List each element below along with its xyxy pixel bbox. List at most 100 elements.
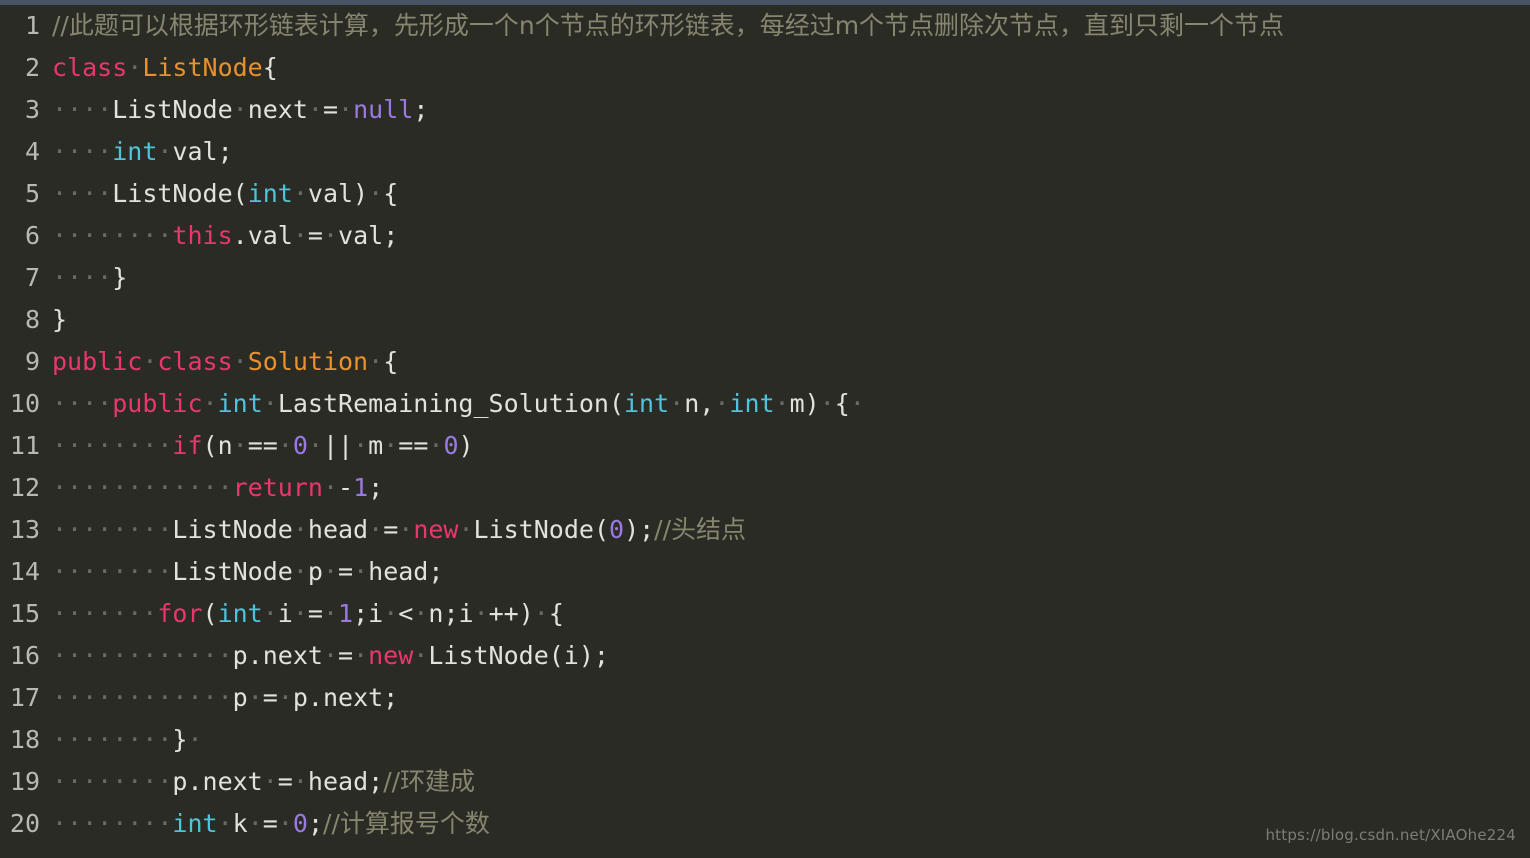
line-content[interactable]: ············p.next·=·new·ListNode(i); [40,635,1530,677]
line-content[interactable]: ········if(n·==·0·||·m·==·0) [40,425,1530,467]
whitespace-dot: · [368,347,384,376]
line-number: 4 [24,137,40,166]
whitespace-dot: · [277,683,293,712]
whitespace-dot: ···· [52,137,113,166]
line-content[interactable]: ····public·int·LastRemaining_Solution(in… [40,383,1530,425]
token-keyword: for [157,599,203,628]
token-keyword: new [368,641,414,670]
code-editor-screenshot: 1 //此题可以根据环形链表计算，先形成一个n个节点的环形链表，每经过m个节点删除… [0,0,1530,858]
token-plain: n;i [428,599,474,628]
whitespace-dot: · [232,95,248,124]
token-plain: LastRemaining_Solution( [277,389,624,418]
token-plain: head; [307,767,384,796]
whitespace-dot: · [458,515,474,544]
line-content[interactable]: ·······for(int·i·=·1;i·<·n;i·++)·{ [40,593,1530,635]
whitespace-dot: · [292,221,308,250]
token-plain: val; [338,221,399,250]
token-type: int [217,599,263,628]
token-plain: ListNode( [473,515,609,544]
code-line[interactable]: 17 ············p·=·p.next; [0,677,1530,719]
line-content[interactable]: } [40,299,1530,341]
token-plain: val) [307,179,369,208]
token-comment: //计算报号个数 [323,809,490,838]
line-number: 13 [9,515,40,544]
whitespace-dot: · [428,431,444,460]
code-line[interactable]: 1 //此题可以根据环形链表计算，先形成一个n个节点的环形链表，每经过m个节点删除… [0,5,1530,47]
whitespace-dot: · [368,515,384,544]
whitespace-dot: · [353,431,369,460]
code-line[interactable]: 4 ····int·val; [0,131,1530,173]
line-content[interactable]: //此题可以根据环形链表计算，先形成一个n个节点的环形链表，每经过m个节点删除次… [40,5,1530,47]
token-keyword: return [232,473,323,502]
whitespace-dot: ········ [52,515,173,544]
line-number: 2 [24,53,40,82]
token-plain: = [307,221,323,250]
line-content[interactable]: ············p·=·p.next; [40,677,1530,719]
line-content[interactable]: ········ListNode·p·=·head; [40,551,1530,593]
token-keyword: new [413,515,459,544]
line-content[interactable]: ····int·val; [40,131,1530,173]
line-content[interactable]: ····ListNode(int·val)·{ [40,173,1530,215]
line-content[interactable]: ····} [40,257,1530,299]
token-plain: ListNode [172,515,293,544]
token-number: 0 [443,431,459,460]
line-content[interactable]: ········p.next·=·head;//环建成 [40,761,1530,803]
code-line[interactable]: 5 ····ListNode(int·val)·{ [0,173,1530,215]
code-line[interactable]: 12 ············return·-1; [0,467,1530,509]
code-line[interactable]: 13 ········ListNode·head·=·new·ListNode(0… [0,509,1530,551]
code-line[interactable]: 3 ····ListNode·next·=·null; [0,89,1530,131]
token-plain: = [338,641,354,670]
code-line[interactable]: 8} [0,299,1530,341]
token-type: int [217,389,263,418]
code-line[interactable]: 7 ····} [0,257,1530,299]
token-plain: - [338,473,354,502]
token-plain: val; [172,137,233,166]
whitespace-dot: · [398,515,414,544]
line-number: 11 [9,431,40,460]
code-line[interactable]: 15 ·······for(int·i·=·1;i·<·n;i·++)·{ [0,593,1530,635]
code-line[interactable]: 14 ········ListNode·p·=·head; [0,551,1530,593]
code-line[interactable]: 10 ····public·int·LastRemaining_Solution(… [0,383,1530,425]
whitespace-dot: · [322,641,338,670]
whitespace-dot: ···· [52,95,113,124]
whitespace-dot: · [232,347,248,376]
line-content[interactable]: ········this.val·=·val; [40,215,1530,257]
token-type: int [112,137,158,166]
code-line[interactable]: 6 ········this.val·=·val; [0,215,1530,257]
token-plain: i [277,599,293,628]
line-content[interactable]: class·ListNode{ [40,47,1530,89]
code-line[interactable]: 18 ········}· [0,719,1530,761]
token-plain: ; [413,95,429,124]
whitespace-dot: · [277,431,293,460]
line-content[interactable]: ············return·-1; [40,467,1530,509]
code-line[interactable]: 9 public·class·Solution·{ [0,341,1530,383]
code-line[interactable]: 19 ········p.next·=·head;//环建成 [0,761,1530,803]
whitespace-dot: · [322,221,339,250]
whitespace-dot: ········ [52,221,173,250]
line-content[interactable]: ········}· [40,719,1530,761]
token-plain: ( [202,599,218,628]
whitespace-dot: · [849,389,865,418]
line-number: 3 [24,95,40,124]
token-plain: .val [232,221,293,250]
whitespace-dot: ······· [52,599,158,628]
line-number: 6 [24,221,40,250]
code-line[interactable]: 16 ············p.next·=·new·ListNode(i); [0,635,1530,677]
line-content[interactable]: ····ListNode·next·=·null; [40,89,1530,131]
token-plain: head; [368,557,444,586]
code-content-area[interactable]: 1 //此题可以根据环形链表计算，先形成一个n个节点的环形链表，每经过m个节点删除… [0,5,1530,858]
token-plain: < [398,599,414,628]
code-line[interactable]: 2 class·ListNode{ [0,47,1530,89]
line-number: 9 [24,347,40,376]
token-comment: //此题可以根据环形链表计算，先形成一个n个节点的环形链表，每经过m个节点删除次… [52,11,1285,40]
line-content[interactable]: ········ListNode·head·=·new·ListNode(0);… [40,509,1530,551]
whitespace-dot: · [262,767,278,796]
line-content[interactable]: public·class·Solution·{ [40,341,1530,383]
token-plain: ; [307,809,324,838]
code-line[interactable]: 11 ········if(n·==·0·||·m·==·0) [0,425,1530,467]
token-plain: = [322,95,339,124]
token-plain: ++) [488,599,534,628]
whitespace-dot: · [232,431,248,460]
line-number: 12 [9,473,40,502]
line-number: 14 [9,557,40,586]
